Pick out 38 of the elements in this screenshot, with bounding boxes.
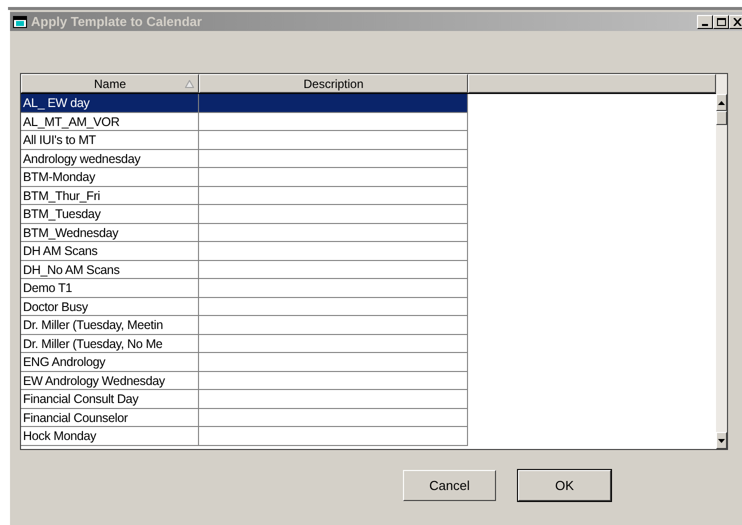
table-cell[interactable]: AL_MT_AM_VOR <box>21 112 199 131</box>
close-icon <box>732 18 742 26</box>
dialog-button[interactable]: OK <box>518 470 611 501</box>
close-button[interactable] <box>729 14 742 28</box>
maximize-icon <box>716 18 726 26</box>
table-cell[interactable]: Financial Counselor <box>21 408 199 427</box>
table-cell[interactable]: BTM_Thur_Fri <box>21 186 199 205</box>
vertical-scrollbar[interactable] <box>716 74 727 449</box>
table-cell[interactable]: Financial Consult Day <box>21 390 199 408</box>
table-cell[interactable]: EW Andrology Wednesday <box>21 372 199 390</box>
table-cell[interactable]: Dr. Miller (Tuesday, No Me <box>21 334 199 353</box>
table-cell[interactable]: AL_ EW day <box>21 94 199 112</box>
minimize-button[interactable] <box>697 14 713 28</box>
maximize-button[interactable] <box>713 14 729 28</box>
table-cell[interactable]: ENG Andrology <box>21 353 199 372</box>
down-arrow-icon <box>718 438 725 442</box>
window-icon <box>13 16 27 28</box>
table-cell[interactable]: Hock Monday <box>21 427 199 446</box>
dialog-button[interactable]: Cancel <box>403 470 496 501</box>
table-cell[interactable]: Dr. Miller (Tuesday, Meetin <box>21 316 199 334</box>
scroll-thumb[interactable] <box>716 111 727 125</box>
column-header[interactable]: Description <box>199 74 468 93</box>
minimize-icon <box>702 24 708 26</box>
table-cell[interactable]: BTM-Monday <box>21 168 199 186</box>
up-arrow-icon <box>718 100 725 104</box>
table-cell[interactable]: DH AM Scans <box>21 242 199 260</box>
table-cell[interactable]: BTM_Wednesday <box>21 224 199 242</box>
table-cell[interactable]: Doctor Busy <box>21 298 199 316</box>
sort-arrow-icon <box>185 80 194 88</box>
table-cell[interactable]: All IUI's to MT <box>21 131 199 150</box>
table-cell[interactable]: Andrology wednesday <box>21 150 199 168</box>
table-cell[interactable]: BTM_Tuesday <box>21 205 199 224</box>
window-title: Apply Template to Calendar <box>31 12 202 31</box>
scroll-up-button[interactable] <box>716 94 727 111</box>
table-cell[interactable]: DH_No AM Scans <box>21 260 199 279</box>
column-header[interactable]: Name <box>21 74 199 93</box>
table-cell[interactable]: Demo T1 <box>21 279 199 298</box>
scroll-down-button[interactable] <box>716 432 727 449</box>
